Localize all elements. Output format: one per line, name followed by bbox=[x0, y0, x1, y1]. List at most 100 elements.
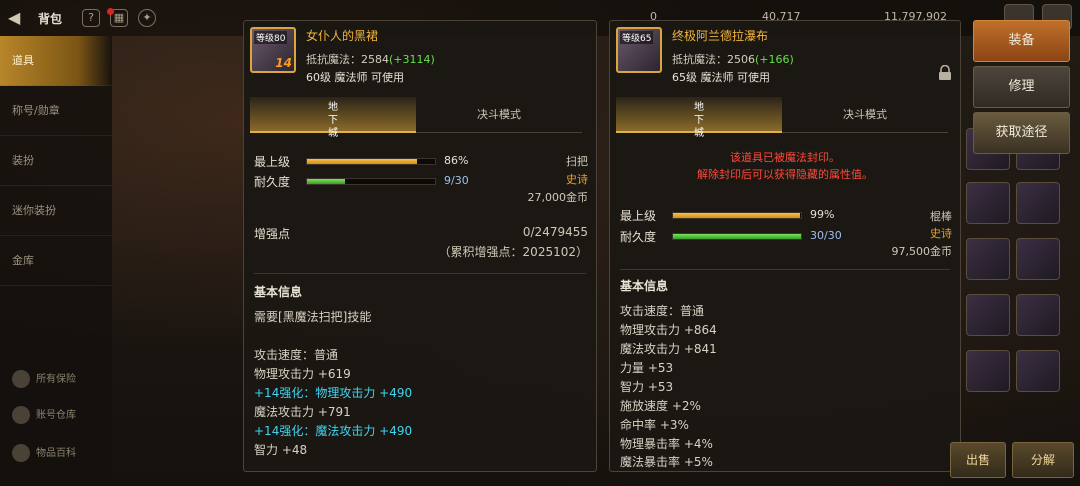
sidebar-item-avatar[interactable]: 装扮 bbox=[0, 136, 112, 186]
sidebar-item-label: 装扮 bbox=[12, 154, 34, 167]
info-line: 攻击速度：普通 bbox=[620, 304, 705, 318]
tab-pvp[interactable]: 决斗模式 bbox=[416, 97, 582, 133]
info-line: 施放速度 +2% bbox=[620, 399, 701, 413]
weapon-type: 扫把 bbox=[566, 155, 588, 168]
info-line: 物理攻击力 +864 bbox=[620, 323, 717, 337]
shield-icon bbox=[12, 370, 30, 388]
item-requirement: 60级 魔法师 可使用 bbox=[306, 71, 404, 84]
tab-dungeon[interactable]: 地下城 bbox=[616, 97, 782, 139]
info-line: +14强化：物理攻击力 +490 bbox=[254, 386, 413, 400]
rarity: 史诗 bbox=[930, 227, 952, 240]
info-line: 需要[黑魔法扫把]技能 bbox=[254, 310, 372, 324]
info-line: 魔法暴击率 +5% bbox=[620, 455, 713, 469]
sidebar-insurance[interactable]: 所有保险 bbox=[12, 370, 76, 388]
durability-fill bbox=[673, 234, 801, 239]
max-grade-fill bbox=[307, 159, 418, 164]
basic-info-title: 基本信息 bbox=[254, 285, 303, 299]
tab-dungeon[interactable]: 地下城 bbox=[250, 97, 416, 139]
resist-value: 2506 bbox=[727, 53, 755, 66]
item-level-tag: 等级80 bbox=[254, 31, 288, 44]
sidebar-bottom-label: 账号仓库 bbox=[36, 410, 76, 421]
durability-label: 耐久度 bbox=[254, 175, 291, 189]
sidebar-bottom-label: 所有保险 bbox=[36, 374, 76, 385]
weapon-type: 棍棒 bbox=[930, 210, 952, 223]
sidebar-item-vault[interactable]: 金库 bbox=[0, 236, 112, 286]
sidebar-item-items[interactable]: 道具 bbox=[0, 36, 112, 86]
equip-button[interactable]: 装备 bbox=[973, 20, 1070, 62]
basic-info-title: 基本信息 bbox=[620, 279, 669, 293]
divider bbox=[620, 269, 950, 270]
sell-button[interactable]: 出售 bbox=[950, 442, 1006, 478]
resist-bonus: (+3114) bbox=[389, 53, 435, 66]
inventory-slot[interactable] bbox=[1016, 182, 1060, 224]
item-level-tag: 等级65 bbox=[620, 31, 654, 44]
rarity: 史诗 bbox=[566, 173, 588, 186]
divider bbox=[254, 273, 586, 274]
lock-icon[interactable] bbox=[938, 65, 952, 81]
durability-bar bbox=[306, 178, 436, 185]
sealed-notice: 该道具已被魔法封印。 bbox=[730, 151, 840, 164]
info-line: +14强化：魔法攻击力 +490 bbox=[254, 424, 413, 438]
sidebar-item-label: 金库 bbox=[12, 254, 34, 267]
settings-icon[interactable]: ✦ bbox=[138, 9, 156, 27]
book-icon bbox=[12, 444, 30, 462]
resist-label: 抵抗魔法： bbox=[672, 53, 727, 66]
source-button[interactable]: 获取途径 bbox=[973, 112, 1070, 154]
sidebar-bottom-label: 物品百科 bbox=[36, 448, 76, 459]
item-name: 终极阿兰德拉瀑布 bbox=[672, 29, 769, 43]
sealed-hint: 解除封印后可以获得隐藏的属性值。 bbox=[697, 168, 873, 181]
durability-fill bbox=[307, 179, 346, 184]
item-price: 97,500金币 bbox=[891, 245, 953, 258]
enhance-point-value: 0/2479455 bbox=[522, 225, 588, 239]
max-grade-bar bbox=[672, 212, 802, 219]
max-grade-fill bbox=[673, 213, 800, 218]
tab-pvp[interactable]: 决斗模式 bbox=[782, 97, 948, 133]
broom-weapon-icon: 等级80 14 bbox=[250, 27, 296, 73]
durability-bar bbox=[672, 233, 802, 240]
mode-tabs: 地下城 决斗模式 bbox=[616, 97, 948, 139]
inventory-slot[interactable] bbox=[966, 350, 1010, 392]
resist-bonus: (+166) bbox=[755, 53, 794, 66]
max-grade-label: 最上级 bbox=[620, 209, 657, 223]
back-arrow-icon[interactable]: ◀ bbox=[8, 8, 28, 28]
mode-tabs: 地下城 决斗模式 bbox=[250, 97, 582, 139]
magic-resist: 抵抗魔法：2506(+166) bbox=[672, 51, 794, 67]
info-line: 魔法攻击力 +791 bbox=[254, 405, 351, 419]
max-grade-bar bbox=[306, 158, 436, 165]
durability-value: 30/30 bbox=[810, 229, 842, 242]
sidebar-encyclopedia[interactable]: 物品百科 bbox=[12, 444, 76, 462]
inventory-slot[interactable] bbox=[1016, 294, 1060, 336]
max-grade-value: 86% bbox=[444, 154, 469, 167]
info-line: 智力 +53 bbox=[620, 380, 674, 394]
question-icon[interactable]: ? bbox=[82, 9, 100, 27]
sidebar-item-label: 迷你装扮 bbox=[12, 204, 56, 217]
disassemble-button[interactable]: 分解 bbox=[1012, 442, 1074, 478]
max-grade-value: 99% bbox=[810, 208, 835, 221]
inventory-slot[interactable] bbox=[1016, 350, 1060, 392]
inventory-slot[interactable] bbox=[966, 294, 1010, 336]
inventory-slot[interactable] bbox=[966, 238, 1010, 280]
info-line: 力量 +53 bbox=[620, 361, 674, 375]
item-tooltip-left: 等级80 14 女仆人的黑裙 抵抗魔法：2584(+3114) 60级 魔法师 … bbox=[243, 20, 597, 472]
sidebar-item-titles[interactable]: 称号/勋章 bbox=[0, 86, 112, 136]
info-line: 攻击速度：普通 bbox=[254, 348, 339, 362]
sidebar-account-storage[interactable]: 账号仓库 bbox=[12, 406, 76, 424]
notification-dot bbox=[107, 8, 114, 15]
item-price: 27,000金币 bbox=[527, 191, 589, 204]
tab-label: 地下城 bbox=[328, 102, 338, 139]
tab-label: 地下城 bbox=[694, 102, 704, 139]
page-title: 背包 bbox=[38, 12, 63, 26]
inventory-slot[interactable] bbox=[966, 182, 1010, 224]
info-line: 物理攻击力 +619 bbox=[254, 367, 351, 381]
inventory-slot[interactable] bbox=[1016, 238, 1060, 280]
tab-label: 决斗模式 bbox=[843, 108, 887, 121]
sidebar-item-mini-avatar[interactable]: 迷你装扮 bbox=[0, 186, 112, 236]
sidebar: 道具 称号/勋章 装扮 迷你装扮 金库 所有保险 账号仓库 物品百科 bbox=[0, 36, 112, 486]
magic-resist: 抵抗魔法：2584(+3114) bbox=[306, 51, 435, 67]
repair-button[interactable]: 修理 bbox=[973, 66, 1070, 108]
enhance-cumulative: （累积增强点：2025102） bbox=[438, 245, 588, 259]
disassemble-label: 分解 bbox=[1030, 453, 1055, 467]
max-grade-label: 最上级 bbox=[254, 155, 291, 169]
sidebar-item-label: 称号/勋章 bbox=[12, 104, 60, 117]
enhance-point-label: 增强点 bbox=[254, 227, 291, 241]
